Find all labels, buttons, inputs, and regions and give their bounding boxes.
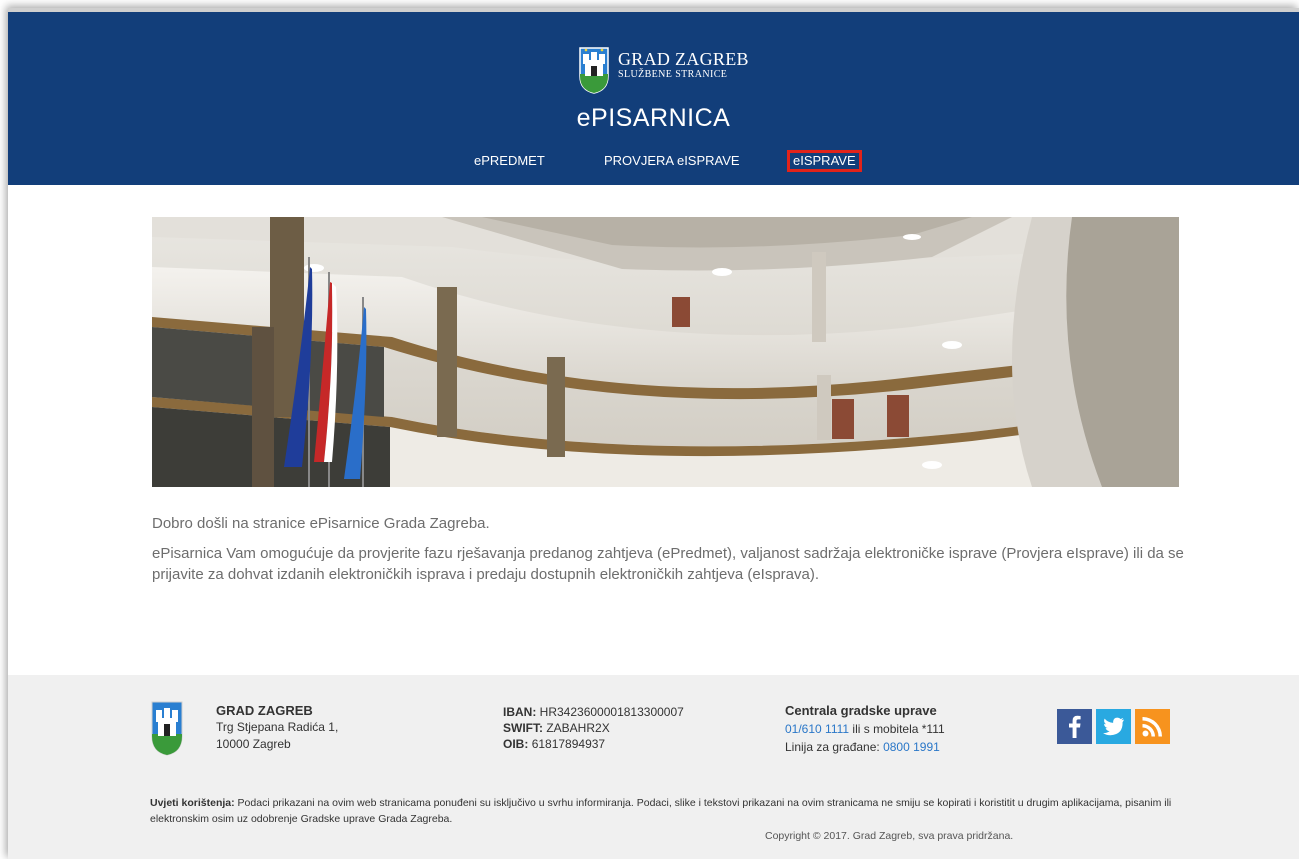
zagreb-crest-icon — [579, 47, 609, 94]
footer-address: GRAD ZAGREB Trg Stjepana Radića 1, 10000… — [216, 702, 338, 753]
facebook-icon[interactable] — [1057, 709, 1092, 744]
terms-label: Uvjeti korištenja: — [150, 797, 235, 809]
intro-text: Dobro došli na stranice ePisarnice Grada… — [152, 513, 1187, 594]
footer-org-name: GRAD ZAGREB — [216, 703, 313, 718]
social-links — [1057, 709, 1174, 744]
swift-label: SWIFT: — [503, 721, 543, 735]
iban-label: IBAN: — [503, 705, 537, 719]
logo-title: GRAD ZAGREB — [618, 49, 749, 69]
terms-of-use: Uvjeti korištenja: Podaci prikazani na o… — [150, 795, 1190, 827]
footer-crest-icon — [151, 701, 183, 756]
welcome-text: Dobro došli na stranice ePisarnice Grada… — [152, 515, 490, 532]
central-phone-link[interactable]: 01/610 1111 — [785, 722, 849, 736]
footer-address-line2: 10000 Zagreb — [216, 737, 291, 751]
nav-link-provjera-eisprave[interactable]: PROVJERA eISPRAVE — [604, 152, 740, 170]
iban-value: HR3423600001813300007 — [539, 705, 684, 719]
site-header: GRAD ZAGREB SLUŽBENE STRANICE ePISARNICA… — [8, 12, 1299, 185]
logo-subtitle: SLUŽBENE STRANICE — [618, 69, 728, 80]
swift-value: ZABAHR2X — [546, 721, 610, 735]
page-title: ePISARNICA — [576, 104, 731, 132]
footer-contact: Centrala gradske uprave 01/610 1111 ili … — [785, 702, 945, 756]
footer-address-line1: Trg Stjepana Radića 1, — [216, 720, 339, 734]
site-logo[interactable]: GRAD ZAGREB SLUŽBENE STRANICE — [578, 46, 749, 94]
browser-viewport: GRAD ZAGREB SLUŽBENE STRANICE ePISARNICA… — [8, 8, 1299, 859]
site-footer: GRAD ZAGREB Trg Stjepana Radića 1, 10000… — [8, 675, 1299, 859]
footer-bank-info: IBAN: HR3423600001813300007 SWIFT: ZABAH… — [503, 704, 684, 752]
rss-icon[interactable] — [1135, 709, 1170, 744]
description-text: ePisarnica Vam omogućuje da provjerite f… — [152, 545, 1184, 583]
oib-value: 61817894937 — [531, 737, 606, 751]
terms-text: Podaci prikazani na ovim web stranicama … — [150, 797, 1172, 825]
citizens-line-phone-link[interactable]: 0800 1991 — [883, 740, 940, 754]
twitter-icon[interactable] — [1096, 709, 1131, 744]
copyright-text: Copyright © 2017. Grad Zagreb, sva prava… — [765, 830, 1014, 842]
main-nav: ePREDMET PROVJERA eISPRAVE eISPRAVE — [8, 150, 1299, 174]
hero-image-atrium — [152, 217, 1179, 487]
oib-label: OIB: — [503, 737, 529, 751]
citizens-line-label: Linija za građane: — [785, 740, 884, 754]
central-title: Centrala gradske uprave — [785, 703, 937, 718]
nav-link-epredmet[interactable]: ePREDMET — [474, 152, 545, 170]
central-mobile-text: ili s mobitela *111 — [849, 722, 945, 736]
nav-link-eisprave[interactable]: eISPRAVE — [787, 150, 862, 172]
